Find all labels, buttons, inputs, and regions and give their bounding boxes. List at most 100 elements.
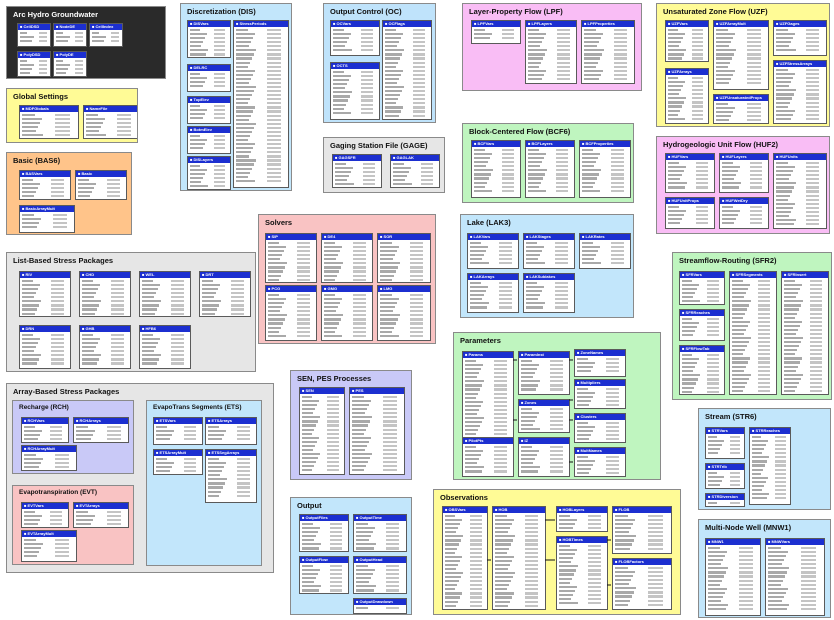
package-sen: SEN, PES Processes ■ SEN ■ PES [290,370,412,480]
table-fields [391,161,439,187]
table-mdfglobals: ■ MDFGlobals [19,105,79,139]
table-hufwetdry: ■ HUFWetDry [719,197,769,229]
package-rch: Recharge (RCH) ■ RCHVars ■ RCHArrays ■ RCHA… [12,400,134,474]
table-evtvars: ■ EVTVars [21,502,69,528]
table-lakvars: ■ LAKVars [467,233,519,269]
table-lpfvars: ■ LPFVars [471,20,521,44]
table-flobfactors: ■ FLOBFactors [612,558,672,610]
table-disvars: ■ DISVars [187,20,231,58]
table-fields [720,204,768,226]
package-title: Observations [440,493,488,502]
table-drn: ■ DRN [19,325,71,369]
table-fields [468,280,518,311]
table-etsarrays: ■ ETSArrays [205,417,257,445]
table-pcg: ■ PCG [265,285,317,341]
table-polyde: ■ PolyDE [53,51,87,77]
package-title: Layer-Property Flow (LPF) [469,7,563,16]
table-fields [519,358,569,393]
table-fields [80,332,130,367]
package-title: Multi-Node Well (MNW1) [705,523,792,532]
table-sip: ■ SIP [265,233,317,283]
table-basvars: ■ BASVars [19,170,71,200]
package-solvers: Solvers ■ SIP ■ DE4 ■ SOR ■ PCG ■ GMG ■ LMG [258,214,436,344]
table-rcharrays: ■ RCHArrays [73,417,129,443]
table-fields [354,605,406,611]
table-iz: ■ IZ [518,437,570,477]
package-title: Output Control (OC) [330,7,402,16]
package-title: Gaging Station File (GAGE) [330,141,428,150]
table-etsvars: ■ ETSVars [153,417,203,445]
table-uzfvars: ■ UZFVars [665,20,709,62]
table-fields [774,67,826,122]
table-pilotpts: ■ PilotPts [462,437,514,477]
package-sfr: Streamflow-Routing (SFR2) ■ SFRVars ■ SFRS… [672,252,832,400]
table-fields [90,30,122,44]
table-fields [774,160,826,227]
table-hoblayers: ■ HOBLayers [556,506,608,532]
table-fields [22,509,68,527]
table-dislayers: ■ DISLayers [187,156,231,190]
table-fields [706,434,744,456]
table-fields [74,509,128,527]
table-fields [613,513,671,552]
table-fields [519,406,569,432]
table-sfrsegments: ■ SFRSegments [729,271,777,395]
table-basicarraymult: ■ BasicArrayMult [19,205,75,233]
table-fields [575,420,625,442]
table-fields [378,292,430,339]
package-oc: Output Control (OC) ■ OCVars ■ OCFlags ■ OC… [323,3,436,123]
table-uzfgages: ■ UZFGages [773,20,827,56]
package-str: Stream (STR6) ■ STRVars ■ STRReaches ■ STRT… [698,408,831,510]
table-rchvars: ■ RCHVars [21,417,69,443]
table-fields [575,356,625,374]
table-celldsd: ■ CellDSD [17,23,51,47]
table-fields [680,278,724,304]
table-sfrflowtab: ■ SFRFlowTab [679,345,725,395]
table-evtarraymult: ■ EVTArrayMult [21,530,77,562]
package-title: Output [297,501,322,510]
table-lpfproperties: ■ LPFProperties [581,20,635,84]
package-title: Recharge (RCH) [19,404,69,411]
table-hob: ■ HOB [492,506,546,610]
table-obsvars: ■ OBSVars [442,506,488,610]
package-ets: EvapoTrans Segments (ETS) ■ ETSVars ■ ETSA… [146,400,262,566]
table-hobtimes: ■ HOBTimes [556,536,608,610]
table-fields [706,470,744,488]
table-riv: ■ RIV [19,271,71,317]
table-fields [524,240,574,266]
table-fields [54,30,86,44]
table-mnw1: ■ MNW1 [705,538,761,616]
package-mnw: Multi-Node Well (MNW1) ■ MNW1 ■ MNWVars [698,519,831,618]
table-fields [154,424,202,442]
table-uzfarraymult: ■ UZFArrayMult [713,20,769,90]
table-chd: ■ CHD [79,271,131,317]
table-fields [463,444,513,475]
table-fields [188,27,230,57]
table-fields [18,30,50,44]
table-fields [206,456,256,499]
table-fields [206,424,256,442]
package-bcf: Block-Centered Flow (BCF6) ■ BCFVars ■ BCF… [462,123,634,203]
table-hufunits: ■ HUFUnits [773,153,827,229]
table-polydsd: ■ PolyDSD [17,51,51,77]
table-bcflayers: ■ BCFLayers [525,140,575,198]
table-sfrvars: ■ SFRVars [679,271,725,305]
table-clusters: ■ Clusters [574,413,626,443]
table-fields [154,456,202,474]
table-fields [720,160,768,191]
table-sor: ■ SOR [377,233,431,283]
table-fields [20,278,70,316]
table-fields [322,292,372,339]
table-outputfiles: ■ OutputFiles [299,514,349,552]
table-multnames: ■ MultNames [574,447,626,477]
package-arc: Arc Hydro Groundwater ■ CellDSD ■ NodeDE ■ … [6,6,166,79]
table-sfrinsert: ■ SFRInsert [781,271,829,395]
table-uzfunsaturatedprops: ■ UZFUnsaturatedProps [713,94,769,124]
package-title: Evapotranspiration (EVT) [19,489,98,496]
package-title: Parameters [460,336,501,345]
table-fields [557,543,607,606]
package-title: Basic (BAS6) [13,156,61,165]
table-fields [200,278,250,316]
table-hfb6: ■ HFB6 [139,325,191,369]
table-fields [76,177,126,199]
